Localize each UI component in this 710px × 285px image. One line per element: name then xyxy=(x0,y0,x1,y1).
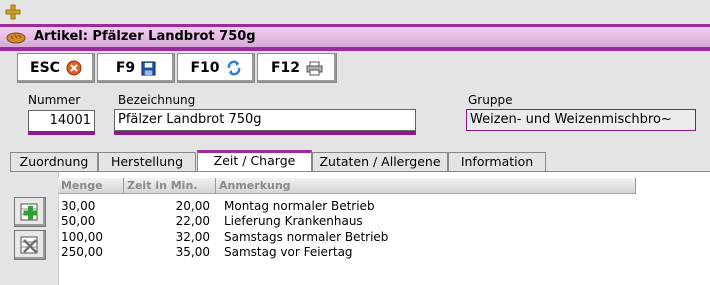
esc-label: ESC xyxy=(30,60,60,76)
cancel-icon xyxy=(66,60,82,76)
tab-herstellung[interactable]: Herstellung xyxy=(98,152,196,171)
gruppe-field[interactable]: Weizen- und Weizenmischbro~ xyxy=(466,109,696,131)
esc-button[interactable]: ESC xyxy=(17,53,95,83)
toolbar-divider xyxy=(0,47,710,51)
f12-label: F12 xyxy=(270,60,301,76)
print-icon xyxy=(306,61,323,75)
cell-zeit: 32,00 xyxy=(175,230,210,244)
bezeichnung-label: Bezeichnung xyxy=(118,93,196,107)
tab-information[interactable]: Information xyxy=(448,152,546,171)
tab-zuordnung[interactable]: Zuordnung xyxy=(10,152,98,171)
add-row-button[interactable] xyxy=(14,197,46,227)
top-bar xyxy=(0,0,710,24)
column-header-zeit[interactable]: Zeit in Min. xyxy=(124,178,216,194)
f9-label: F9 xyxy=(115,60,136,76)
cell-menge: 30,00 xyxy=(61,199,96,213)
nummer-label: Nummer xyxy=(28,93,81,107)
cell-anmerkung: Montag normaler Betrieb xyxy=(224,199,375,213)
cell-menge: 250,00 xyxy=(61,245,103,259)
article-title: Artikel: Pfälzer Landbrot 750g xyxy=(34,29,256,44)
f12-print-button[interactable]: F12 xyxy=(257,53,337,83)
cell-zeit: 35,00 xyxy=(175,245,210,259)
save-icon xyxy=(141,60,156,76)
cell-anmerkung: Lieferung Krankenhaus xyxy=(224,214,363,228)
gruppe-label: Gruppe xyxy=(468,93,513,107)
nummer-underline xyxy=(28,131,95,135)
cell-menge: 100,00 xyxy=(61,230,103,244)
add-row-icon xyxy=(20,203,38,221)
bezeichnung-field[interactable]: Pfälzer Landbrot 750g xyxy=(114,109,416,131)
delete-row-button[interactable] xyxy=(14,230,46,260)
f10-refresh-button[interactable]: F10 xyxy=(177,53,255,83)
column-header-menge[interactable]: Menge xyxy=(58,178,124,194)
cell-anmerkung: Samstags normaler Betrieb xyxy=(224,230,389,244)
nummer-field[interactable]: 14001 xyxy=(28,110,95,132)
tab-zeit-charge[interactable]: Zeit / Charge xyxy=(197,150,312,171)
plus-icon[interactable] xyxy=(5,4,21,20)
f9-save-button[interactable]: F9 xyxy=(97,53,175,83)
row-actions-sidebar xyxy=(10,172,59,285)
cell-menge: 50,00 xyxy=(61,214,96,228)
article-header: Artikel: Pfälzer Landbrot 750g xyxy=(0,27,710,48)
bread-icon xyxy=(6,32,26,44)
cell-anmerkung: Samstag vor Feiertag xyxy=(224,245,353,259)
f10-label: F10 xyxy=(190,60,220,76)
refresh-icon xyxy=(227,60,240,76)
bezeichnung-underline xyxy=(114,131,416,135)
column-header-anmerkung[interactable]: Anmerkung xyxy=(216,178,636,194)
delete-row-icon xyxy=(20,236,38,254)
cell-zeit: 22,00 xyxy=(175,214,210,228)
tab-zutaten-allergene[interactable]: Zutaten / Allergene xyxy=(312,152,448,171)
cell-zeit: 20,00 xyxy=(175,199,210,213)
